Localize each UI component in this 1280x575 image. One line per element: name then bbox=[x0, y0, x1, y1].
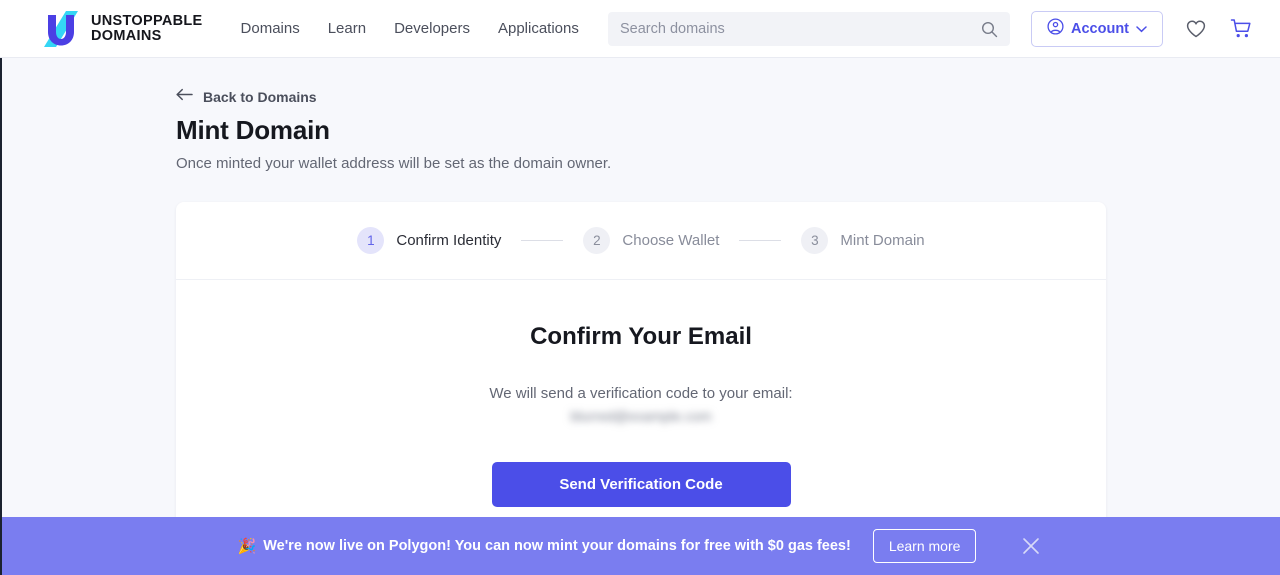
page-title: Mint Domain bbox=[176, 115, 330, 145]
nav-item-learn[interactable]: Learn bbox=[328, 20, 366, 37]
chevron-down-icon bbox=[1136, 20, 1147, 38]
step-number-2: 2 bbox=[583, 227, 611, 254]
wishlist-button[interactable] bbox=[1185, 18, 1207, 40]
back-to-domains-link[interactable]: Back to Domains bbox=[176, 88, 317, 106]
brand-line-2: DOMAINS bbox=[91, 27, 162, 44]
brand-line-1: UNSTOPPABLE bbox=[91, 12, 203, 29]
nav-item-domains[interactable]: Domains bbox=[241, 20, 300, 37]
step-number-3: 3 bbox=[801, 227, 829, 254]
nav-item-developers[interactable]: Developers bbox=[394, 20, 470, 37]
brand-wordmark: UNSTOPPABLE DOMAINS bbox=[91, 12, 203, 44]
account-label: Account bbox=[1071, 21, 1129, 37]
arrow-left-icon bbox=[176, 88, 193, 106]
shopping-cart-icon bbox=[1229, 19, 1253, 45]
mint-stepper: 1 Confirm Identity 2 Choose Wallet 3 Min… bbox=[176, 202, 1106, 280]
site-header: UNSTOPPABLE DOMAINS Domains Learn Develo… bbox=[0, 0, 1280, 58]
promo-banner-text: 🎉 We're now live on Polygon! You can now… bbox=[238, 537, 851, 555]
step-label-1: Confirm Identity bbox=[396, 232, 502, 249]
step-label-2: Choose Wallet bbox=[622, 232, 720, 249]
close-icon bbox=[1023, 538, 1040, 554]
promo-banner: 🎉 We're now live on Polygon! You can now… bbox=[0, 517, 1280, 575]
send-verification-code-button[interactable]: Send Verification Code bbox=[491, 462, 791, 507]
brand-logo[interactable]: UNSTOPPABLE DOMAINS bbox=[36, 9, 203, 49]
account-button[interactable]: Account bbox=[1031, 11, 1163, 47]
search-icon[interactable] bbox=[981, 21, 998, 38]
masked-email-address: blurred@example.com bbox=[570, 408, 712, 424]
confirm-email-description: We will send a verification code to your… bbox=[489, 385, 793, 402]
step-mint-domain[interactable]: 3 Mint Domain bbox=[801, 227, 925, 254]
search-input[interactable] bbox=[620, 21, 981, 37]
search-box[interactable] bbox=[608, 12, 1010, 46]
unstoppable-u-logo-icon bbox=[36, 9, 82, 49]
window-left-edge bbox=[0, 58, 2, 575]
promo-banner-message: We're now live on Polygon! You can now m… bbox=[263, 538, 851, 554]
back-link-label: Back to Domains bbox=[203, 89, 317, 105]
page-subtitle: Once minted your wallet address will be … bbox=[176, 155, 612, 172]
learn-more-button[interactable]: Learn more bbox=[872, 529, 977, 563]
confirm-email-heading: Confirm Your Email bbox=[530, 323, 752, 350]
step-separator-1 bbox=[521, 240, 564, 241]
step-separator-2 bbox=[739, 240, 782, 241]
user-circle-icon bbox=[1047, 18, 1064, 40]
page-body: Back to Domains Mint Domain Once minted … bbox=[0, 58, 1280, 575]
cart-button[interactable] bbox=[1229, 17, 1253, 41]
main-nav: Domains Learn Developers Applications bbox=[241, 20, 579, 37]
heart-icon bbox=[1185, 20, 1207, 44]
close-banner-button[interactable] bbox=[1020, 535, 1042, 557]
party-popper-icon: 🎉 bbox=[237, 538, 257, 555]
step-label-3: Mint Domain bbox=[840, 232, 925, 249]
nav-item-applications[interactable]: Applications bbox=[498, 20, 579, 37]
step-confirm-identity[interactable]: 1 Confirm Identity bbox=[357, 227, 501, 254]
step-number-1: 1 bbox=[357, 227, 385, 254]
card-body: Confirm Your Email We will send a verifi… bbox=[176, 280, 1106, 507]
step-choose-wallet[interactable]: 2 Choose Wallet bbox=[583, 227, 719, 254]
